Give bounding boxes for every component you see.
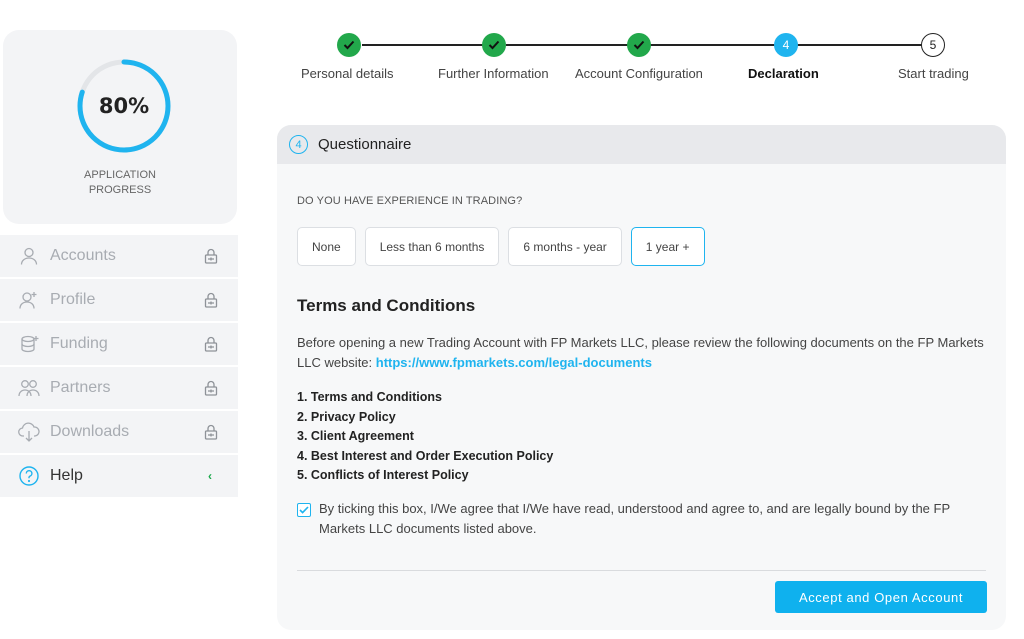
accept-and-open-account-button[interactable]: Accept and Open Account: [775, 581, 987, 613]
help-icon: [18, 465, 40, 487]
list-item: 2. Privacy Policy: [297, 409, 396, 424]
questionnaire-panel: 4 Questionnaire DO YOU HAVE EXPERIENCE I…: [277, 125, 1006, 630]
user-icon: [18, 245, 40, 267]
lock-icon: [204, 248, 218, 269]
trading-experience-question: DO YOU HAVE EXPERIENCE IN TRADING?: [297, 195, 523, 207]
step-connector: [362, 44, 494, 46]
lock-icon: [204, 292, 218, 313]
terms-intro: Before opening a new Trading Account wit…: [297, 333, 987, 373]
sidebar-item-help[interactable]: Help ‹: [0, 455, 238, 497]
step-2-complete-icon: [482, 33, 506, 57]
option-6-months-year[interactable]: 6 months - year: [508, 227, 622, 266]
divider: [297, 570, 986, 571]
chevron-left-icon[interactable]: ‹: [208, 469, 212, 483]
list-item: 3. Client Agreement: [297, 429, 414, 443]
step-connector: [786, 44, 922, 46]
sidebar-item-label: Downloads: [50, 423, 130, 440]
legal-documents-list: 1. Terms and Conditions 2. Privacy Polic…: [297, 388, 553, 486]
step-label-declaration: Declaration: [748, 66, 819, 81]
sidebar-item-downloads[interactable]: Downloads: [0, 411, 238, 453]
sidebar-nav: Accounts Profile Funding Partners Downlo…: [0, 235, 238, 499]
option-none[interactable]: None: [297, 227, 356, 266]
sidebar-item-label: Help: [50, 467, 83, 484]
sidebar-item-label: Partners: [50, 379, 111, 396]
application-progress-card: 80% APPLICATION PROGRESS: [3, 30, 237, 224]
partners-icon: [18, 377, 40, 399]
funding-icon: [18, 333, 40, 355]
sidebar-item-accounts[interactable]: Accounts: [0, 235, 238, 277]
sidebar-item-label: Accounts: [50, 247, 116, 264]
list-item: 4. Best Interest and Order Execution Pol…: [297, 448, 554, 463]
agreement-row: By ticking this box, I/We agree that I/W…: [297, 499, 987, 539]
progress-caption: APPLICATION PROGRESS: [84, 169, 156, 196]
trading-experience-options: None Less than 6 months 6 months - year …: [297, 227, 714, 266]
terms-heading: Terms and Conditions: [297, 296, 476, 315]
list-item: 5. Conflicts of Interest Policy: [297, 468, 469, 482]
lock-icon: [204, 380, 218, 401]
step-connector: [506, 44, 638, 46]
step-connector: [650, 44, 776, 46]
step-3-complete-icon: [627, 33, 651, 57]
cloud-download-icon: [18, 421, 40, 443]
step-label-account-configuration: Account Configuration: [575, 66, 703, 81]
step-label-further-information: Further Information: [438, 66, 549, 81]
option-less-than-6-months[interactable]: Less than 6 months: [364, 227, 500, 266]
panel-header: 4 Questionnaire: [277, 125, 1006, 164]
sidebar-item-funding[interactable]: Funding: [0, 323, 238, 365]
step-1-complete-icon: [337, 33, 361, 57]
sidebar-item-label: Funding: [50, 335, 108, 352]
onboarding-stepper: 4 5 Personal details Further Information…: [290, 30, 990, 90]
list-item: 1. Terms and Conditions: [297, 390, 442, 404]
section-number-badge: 4: [289, 135, 308, 154]
legal-documents-link[interactable]: https://www.fpmarkets.com/legal-document…: [376, 355, 652, 370]
step-label-start-trading: Start trading: [898, 66, 969, 81]
agree-checkbox[interactable]: [297, 503, 311, 517]
panel-title: Questionnaire: [318, 136, 412, 153]
sidebar-item-profile[interactable]: Profile: [0, 279, 238, 321]
step-4-active: 4: [774, 33, 798, 57]
lock-icon: [204, 336, 218, 357]
sidebar-item-label: Profile: [50, 291, 96, 308]
progress-percent: 80%: [98, 94, 150, 118]
lock-icon: [204, 424, 218, 445]
step-5-pending: 5: [921, 33, 945, 57]
sidebar-item-partners[interactable]: Partners: [0, 367, 238, 409]
step-label-personal-details: Personal details: [301, 66, 394, 81]
option-1-year-plus[interactable]: 1 year +: [630, 227, 705, 266]
agree-text: By ticking this box, I/We agree that I/W…: [319, 501, 950, 536]
checkmark-icon: [299, 506, 309, 514]
user-plus-icon: [18, 289, 40, 311]
